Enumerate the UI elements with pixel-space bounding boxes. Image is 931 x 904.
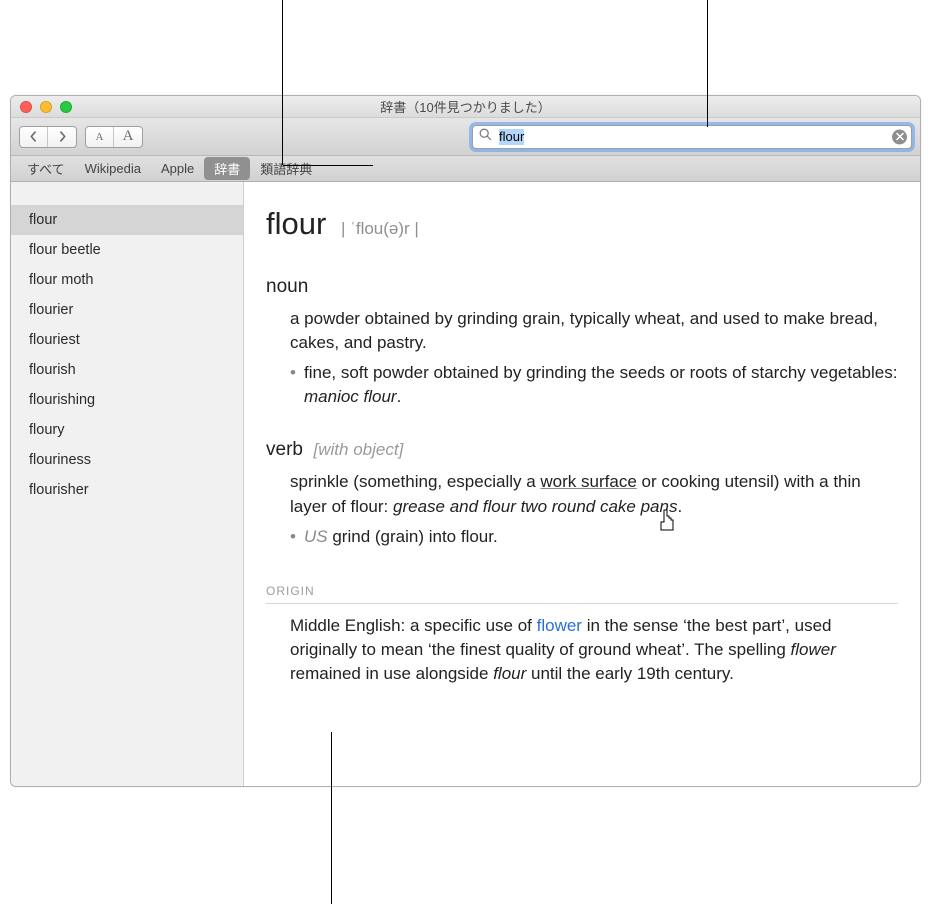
- chevron-right-icon: [57, 131, 68, 142]
- window-title: 辞書（10件見つかりました）: [11, 97, 920, 116]
- source-tab-wikipedia[interactable]: Wikipedia: [75, 159, 151, 178]
- source-tab-dictionary[interactable]: 辞書: [204, 157, 250, 180]
- search-input[interactable]: [472, 125, 912, 149]
- list-item[interactable]: flourish: [11, 355, 243, 385]
- pronunciation: | ˈflou(ə)r |: [341, 219, 419, 238]
- search-icon: [479, 128, 492, 146]
- list-item[interactable]: flourishing: [11, 385, 243, 415]
- pos-noun: noun: [266, 274, 898, 301]
- dictionary-window: 辞書（10件見つかりました） A A flour flour: [10, 95, 921, 787]
- origin-text: Middle English: a specific use of flower…: [290, 614, 898, 686]
- headword: flour: [266, 206, 326, 241]
- close-button[interactable]: [20, 101, 32, 113]
- callout-line-search: [707, 0, 708, 127]
- titlebar: 辞書（10件見つかりました）: [11, 96, 920, 118]
- font-smaller-button[interactable]: A: [86, 127, 114, 147]
- forward-button[interactable]: [48, 127, 76, 147]
- list-item[interactable]: flouriness: [11, 445, 243, 475]
- results-sidebar[interactable]: flour flour beetle flour moth flourier f…: [11, 182, 244, 786]
- cross-ref-link[interactable]: work surface: [540, 472, 636, 491]
- pos-verb: verb [with object]: [266, 437, 898, 464]
- list-item[interactable]: flour: [11, 205, 243, 235]
- origin-heading: ORIGIN: [266, 583, 898, 604]
- source-tabs: すべて Wikipedia Apple 辞書 類語辞典: [11, 156, 920, 182]
- list-item[interactable]: floury: [11, 415, 243, 445]
- nav-buttons: [19, 126, 77, 148]
- traffic-lights: [11, 101, 72, 113]
- x-icon: [896, 133, 904, 141]
- search-field-wrap: flour flour: [472, 125, 912, 149]
- clear-search-button[interactable]: [892, 129, 907, 144]
- callout-line-tabs: [282, 0, 283, 165]
- minimize-button[interactable]: [40, 101, 52, 113]
- definition-verb: sprinkle (something, especially a work s…: [290, 470, 898, 518]
- list-item[interactable]: flour moth: [11, 265, 243, 295]
- list-item[interactable]: flourier: [11, 295, 243, 325]
- callout-line-tabs-h: [283, 165, 373, 166]
- source-tab-thesaurus[interactable]: 類語辞典: [250, 157, 322, 180]
- source-tab-all[interactable]: すべて: [17, 157, 75, 180]
- list-item[interactable]: flourisher: [11, 475, 243, 505]
- font-size-buttons: A A: [85, 126, 143, 148]
- toolbar: A A flour flour: [11, 118, 920, 156]
- etymology-link[interactable]: flower: [537, 616, 582, 635]
- back-button[interactable]: [20, 127, 48, 147]
- sub-definition-noun: fine, soft powder obtained by grinding t…: [290, 361, 898, 409]
- list-item[interactable]: flouriest: [11, 325, 243, 355]
- sub-definition-verb: US grind (grain) into flour.: [290, 525, 898, 549]
- definition-noun: a powder obtained by grinding grain, typ…: [290, 307, 898, 355]
- maximize-button[interactable]: [60, 101, 72, 113]
- chevron-left-icon: [28, 131, 39, 142]
- definition-pane[interactable]: flour | ˈflou(ə)r | noun a powder obtain…: [244, 182, 920, 786]
- content-area: flour flour beetle flour moth flourier f…: [11, 182, 920, 786]
- source-tab-apple[interactable]: Apple: [151, 159, 204, 178]
- font-larger-button[interactable]: A: [114, 127, 142, 147]
- callout-line-origin: [331, 732, 332, 904]
- list-item[interactable]: flour beetle: [11, 235, 243, 265]
